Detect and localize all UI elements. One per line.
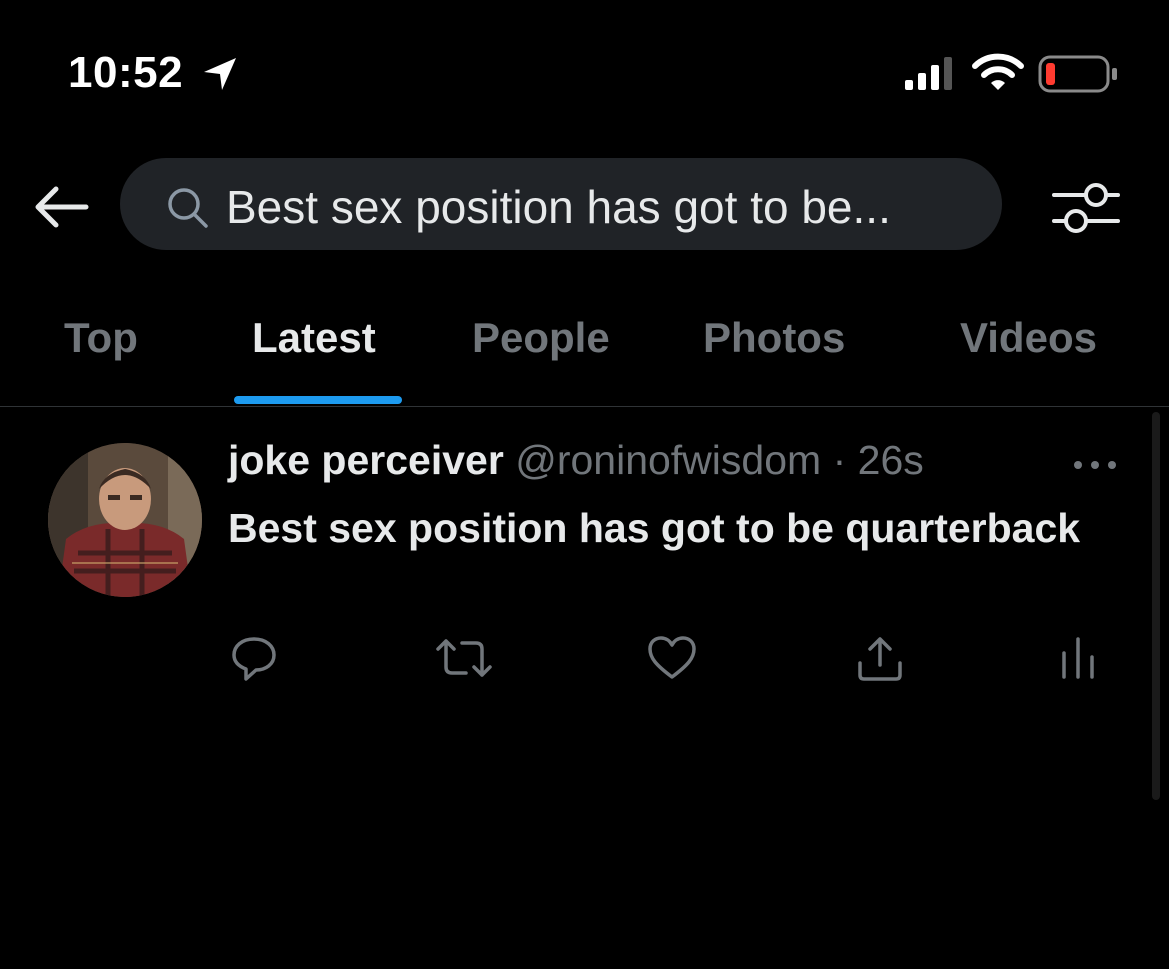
search-filter-button[interactable] xyxy=(1050,179,1122,235)
more-horizontal-icon xyxy=(1074,461,1116,469)
avatar-image xyxy=(48,443,202,597)
avatar[interactable] xyxy=(48,443,202,597)
share-icon xyxy=(858,637,902,681)
reply-button[interactable] xyxy=(228,633,280,688)
search-tabs: Top Latest People Photos Videos xyxy=(0,290,1169,407)
battery-low-icon xyxy=(1038,55,1117,93)
tweet[interactable]: joke perceiver @roninofwisdom · 26s Best… xyxy=(0,407,1169,707)
back-button[interactable] xyxy=(30,183,90,231)
active-tab-indicator xyxy=(234,396,402,404)
like-button[interactable] xyxy=(646,633,698,688)
status-bar: 10:52 xyxy=(0,0,1169,140)
search-header: Best sex position has got to be... xyxy=(0,155,1169,253)
share-button[interactable] xyxy=(854,633,906,688)
retweet-icon xyxy=(436,639,492,677)
filter-sliders-icon xyxy=(1052,183,1120,233)
search-query: Best sex position has got to be... xyxy=(226,181,891,233)
tab-top[interactable]: Top xyxy=(64,314,138,362)
analytics-button[interactable] xyxy=(1058,633,1098,688)
tab-videos[interactable]: Videos xyxy=(960,314,1097,362)
tweet-header: joke perceiver @roninofwisdom · 26s xyxy=(228,437,924,484)
search-icon xyxy=(168,188,208,228)
reply-icon xyxy=(232,637,276,681)
like-icon xyxy=(648,636,696,679)
cellular-signal-icon xyxy=(905,57,952,90)
tab-latest[interactable]: Latest xyxy=(252,314,376,362)
tweet-text: Best sex position has got to be quarterb… xyxy=(228,505,1081,551)
wifi-icon xyxy=(972,53,1024,90)
author-handle[interactable]: @roninofwisdom xyxy=(515,437,821,483)
back-arrow-icon xyxy=(35,186,89,228)
tweet-more-button[interactable] xyxy=(1070,453,1120,477)
analytics-icon xyxy=(1062,637,1094,679)
scrollbar[interactable] xyxy=(1152,412,1160,800)
tweet-timestamp[interactable]: 26s xyxy=(858,437,924,483)
location-arrow-icon xyxy=(204,58,236,90)
search-input[interactable]: Best sex position has got to be... xyxy=(120,158,1002,250)
retweet-button[interactable] xyxy=(434,633,494,688)
status-time: 10:52 xyxy=(68,48,184,97)
tab-photos[interactable]: Photos xyxy=(703,314,845,362)
tab-people[interactable]: People xyxy=(472,314,610,362)
author-name[interactable]: joke perceiver xyxy=(228,437,504,483)
header-separator: · xyxy=(832,437,847,483)
